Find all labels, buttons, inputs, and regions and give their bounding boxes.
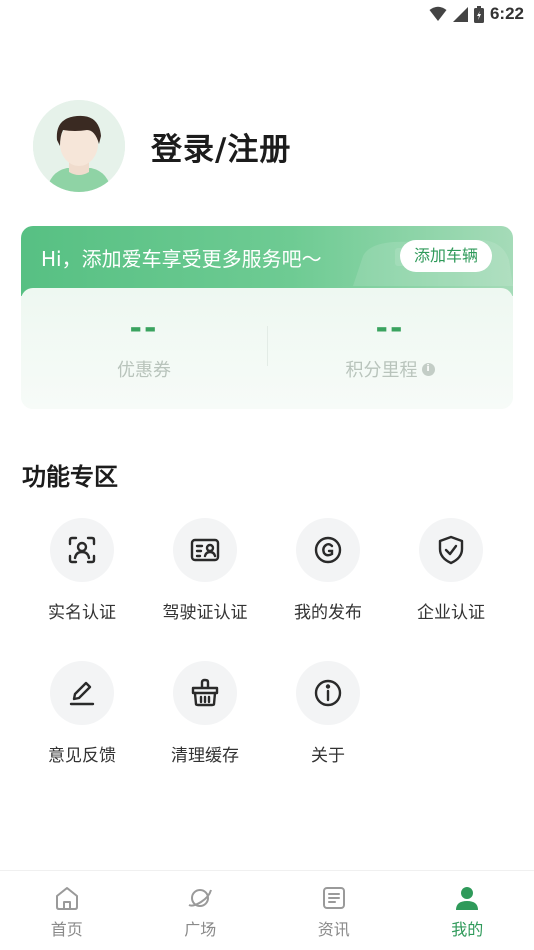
nav-square[interactable]: 广场 (134, 871, 268, 950)
my-posts-item[interactable]: 我的发布 (266, 518, 390, 623)
about-label: 关于 (311, 746, 345, 766)
basket-icon (173, 661, 237, 725)
signal-icon (452, 6, 468, 22)
nav-mine[interactable]: 我的 (401, 871, 534, 950)
stats-panel: -- 优惠券 -- 积分里程 i (21, 288, 513, 409)
battery-icon (473, 5, 484, 23)
nav-home[interactable]: 首页 (0, 871, 134, 950)
clear-cache-label: 清理缓存 (171, 746, 239, 766)
info-icon[interactable]: i (421, 362, 435, 376)
add-car-button[interactable]: 添加车辆 (399, 240, 492, 272)
nav-news-label: 资讯 (317, 920, 350, 939)
home-icon (55, 887, 78, 910)
login-register-link[interactable]: 登录/注册 (151, 124, 291, 169)
enterprise-auth-label: 企业认证 (417, 603, 485, 623)
bottom-nav: 首页 广场 资讯 我的 (0, 870, 534, 950)
about-item[interactable]: 关于 (266, 661, 390, 766)
real-name-auth-label: 实名认证 (48, 603, 116, 623)
section-title: 功能专区 (22, 463, 118, 491)
coupons-value: -- (129, 311, 159, 346)
points-mileage-label: 积分里程 (345, 360, 418, 381)
enterprise-auth-item[interactable]: 企业认证 (389, 518, 513, 623)
clear-cache-item[interactable]: 清理缓存 (143, 661, 267, 766)
nav-news[interactable]: 资讯 (267, 871, 401, 950)
my-posts-label: 我的发布 (294, 603, 362, 623)
car-banner: Hi，添加爱车享受更多服务吧～ 添加车辆 (21, 226, 513, 296)
coupons-label: 优惠券 (117, 360, 171, 381)
status-time: 6:22 (489, 4, 524, 23)
driver-license-auth-label: 驾驶证认证 (162, 603, 248, 623)
news-icon (322, 887, 345, 909)
default-avatar-icon (33, 100, 125, 192)
publish-icon (296, 518, 360, 582)
feedback-item[interactable]: 意见反馈 (20, 661, 144, 766)
points-mileage-label-wrap: 积分里程 i (346, 356, 435, 382)
planet-icon (188, 889, 213, 907)
nav-home-label: 首页 (50, 920, 83, 939)
face-scan-icon (50, 518, 114, 582)
avatar[interactable] (33, 100, 125, 192)
info-icon (296, 661, 360, 725)
coupons-stat[interactable]: -- 优惠券 (21, 288, 267, 409)
nav-mine-label: 我的 (451, 920, 484, 939)
profile-screen: 6:22 登录/注册 Hi，添加爱车享受更多服务吧～ 添加车辆 -- 优惠券 -… (0, 0, 534, 950)
points-mileage-stat[interactable]: -- 积分里程 i (267, 288, 513, 409)
real-name-auth-item[interactable]: 实名认证 (20, 518, 144, 623)
feedback-label: 意见反馈 (48, 746, 116, 766)
points-mileage-value: -- (375, 311, 405, 346)
license-card-icon (173, 518, 237, 582)
status-icons: 6:22 (429, 4, 524, 24)
driver-license-auth-item[interactable]: 驾驶证认证 (143, 518, 267, 623)
coupons-label-wrap: 优惠券 (117, 356, 171, 382)
person-icon (456, 887, 479, 910)
add-car-card: Hi，添加爱车享受更多服务吧～ 添加车辆 -- 优惠券 -- 积分里程 i (21, 226, 513, 409)
banner-text: Hi，添加爱车享受更多服务吧～ (41, 247, 322, 271)
shield-check-icon (419, 518, 483, 582)
profile-header[interactable]: 登录/注册 (33, 100, 291, 192)
edit-icon (50, 661, 114, 725)
wifi-icon (429, 6, 447, 21)
status-bar: 6:22 (0, 0, 534, 28)
nav-square-label: 广场 (184, 920, 217, 939)
